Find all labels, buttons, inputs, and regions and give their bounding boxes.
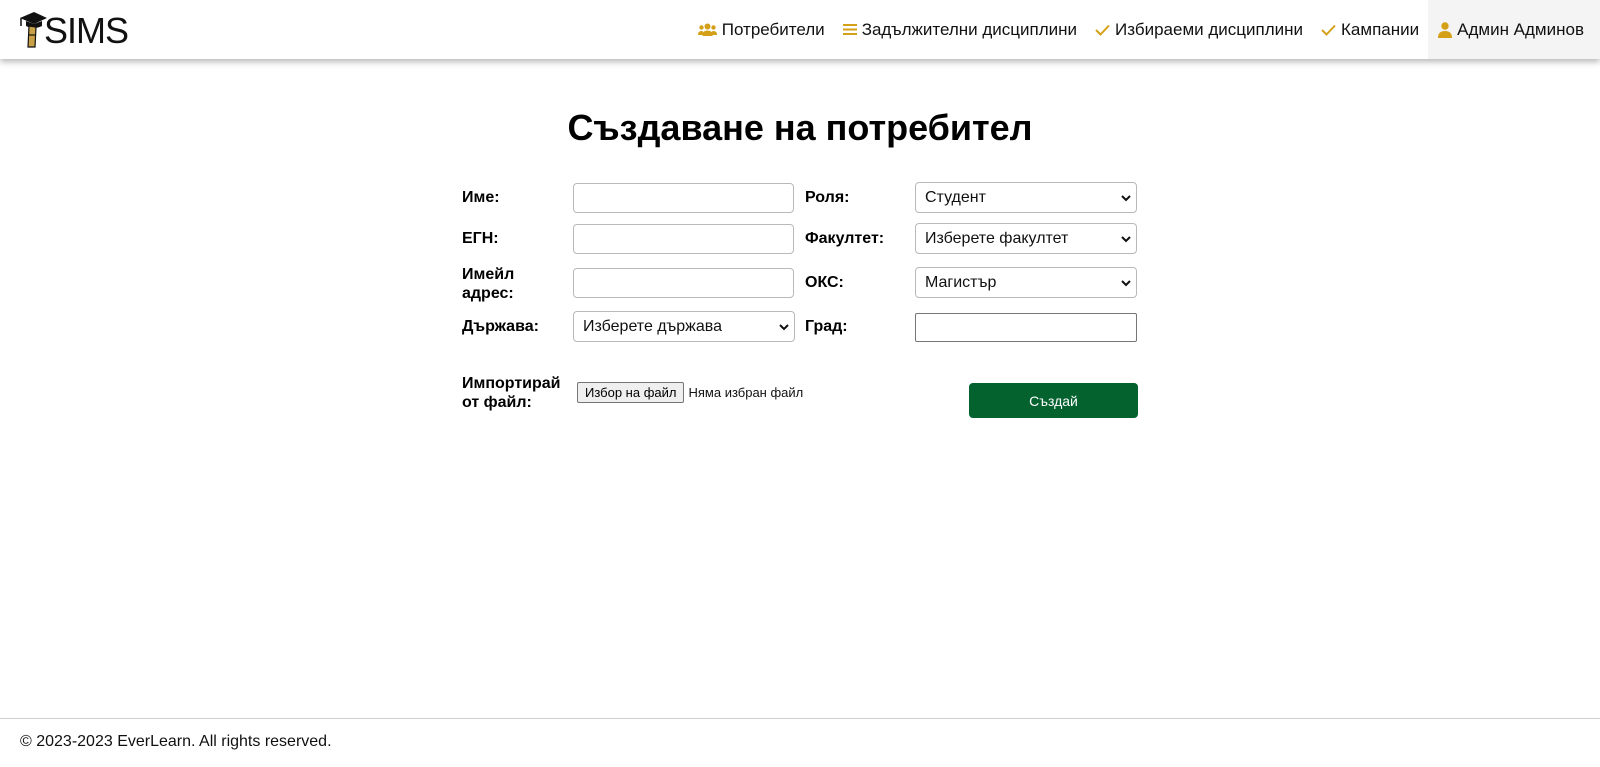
oks-label: ОКС: [805, 274, 844, 291]
city-label: Град: [805, 318, 848, 335]
choose-file-button[interactable]: Избор на файл [577, 382, 685, 403]
egn-input[interactable] [573, 224, 794, 254]
role-select[interactable]: Студент [915, 182, 1137, 213]
role-label: Роля: [805, 189, 850, 206]
user-icon [1438, 21, 1453, 38]
nav-item-users[interactable]: Потребители [689, 0, 834, 59]
email-label-line1: Имейл [462, 266, 515, 283]
country-select-value: Изберете държава [583, 317, 722, 335]
chevron-down-icon [1121, 279, 1131, 286]
logo[interactable]: SIMS [18, 0, 129, 59]
name-input[interactable] [573, 183, 794, 213]
oks-select-value: Магистър [925, 273, 997, 291]
nav-item-mandatory-courses[interactable]: Задължителни дисциплини [834, 0, 1086, 59]
import-label-line1: Импортирай [462, 375, 561, 392]
faculty-select-value: Изберете факултет [925, 229, 1069, 247]
chevron-down-icon [1121, 194, 1131, 201]
chevron-down-icon [779, 323, 789, 330]
check-icon [1095, 24, 1110, 36]
country-label: Държава: [462, 318, 539, 335]
users-icon [697, 23, 717, 37]
nav-menu: Потребители Задължителни дисциплини Изби… [689, 0, 1600, 59]
navbar: SIMS Потребители Задължителни дисциплини… [0, 0, 1600, 59]
user-name: Админ Админов [1457, 19, 1584, 39]
logo-text: SIMS [44, 9, 129, 51]
nav-item-user-profile[interactable]: Админ Админов [1428, 0, 1600, 59]
footer-divider [0, 718, 1600, 719]
nav-item-label: Задължителни дисциплини [861, 19, 1078, 39]
email-input[interactable] [573, 268, 794, 298]
nav-item-elective-courses[interactable]: Избираеми дисциплини [1086, 0, 1312, 59]
chevron-down-icon [1121, 235, 1131, 242]
email-label-line2: адрес: [462, 285, 514, 302]
role-select-value: Студент [925, 188, 986, 206]
check-icon [1321, 24, 1336, 36]
nav-item-campaigns[interactable]: Кампании [1312, 0, 1428, 59]
nav-item-label: Потребители [721, 19, 825, 39]
egn-label: ЕГН: [462, 230, 499, 247]
nav-item-label: Избираеми дисциплини [1115, 19, 1304, 39]
file-status: Няма избран файл [688, 385, 804, 400]
country-select[interactable]: Изберете държава [573, 311, 795, 342]
import-label-line2: от файл: [462, 394, 532, 411]
footer-copyright: © 2023-2023 EverLearn. All rights reserv… [20, 733, 332, 750]
email-label: Имейл адрес: [462, 265, 514, 303]
list-icon [842, 23, 857, 36]
faculty-label: Факултет: [805, 230, 885, 247]
import-label: Импортирай от файл: [462, 374, 561, 412]
page-title: Създаване на потребител [567, 107, 1033, 148]
name-label: Име: [462, 189, 500, 206]
nav-item-label: Кампании [1341, 19, 1420, 39]
city-input[interactable] [915, 313, 1137, 342]
create-button[interactable]: Създай [969, 383, 1138, 418]
file-input: Избор на файл Няма избран файл [577, 382, 803, 403]
faculty-select[interactable]: Изберете факултет [915, 223, 1137, 254]
oks-select[interactable]: Магистър [915, 267, 1137, 298]
